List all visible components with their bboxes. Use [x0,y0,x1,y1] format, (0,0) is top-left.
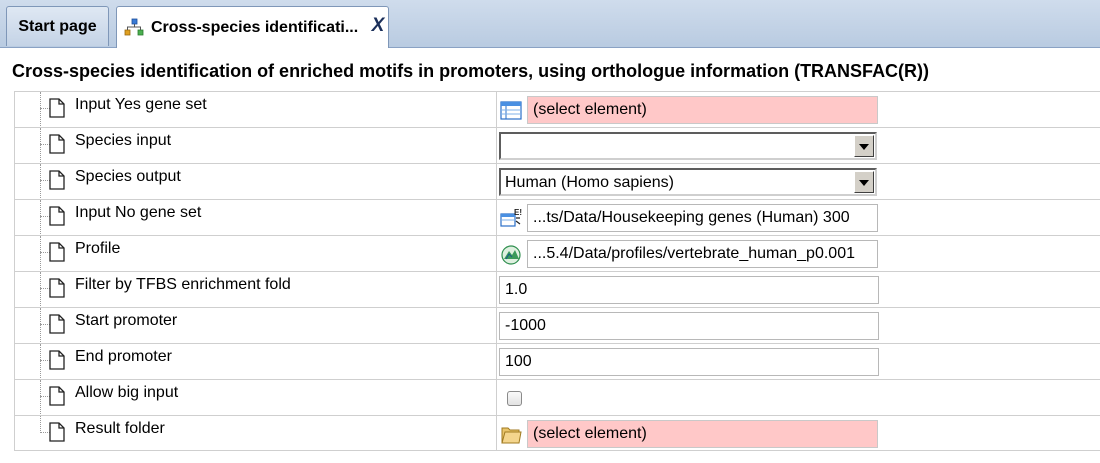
profile-icon[interactable] [499,242,523,266]
tree-line [40,380,41,416]
tab-cross-species[interactable]: Cross-species identificati... X [116,6,389,48]
param-label: Allow big input [75,384,179,401]
param-label: Filter by TFBS enrichment fold [75,276,291,293]
document-icon [49,386,65,406]
param-row-allow-big-input: Allow big input [14,379,1100,416]
param-row-end-promoter: End promoter 100 [14,343,1100,380]
document-icon [49,242,65,262]
param-row-start-promoter: Start promoter -1000 [14,307,1100,344]
tree-line [40,92,41,128]
tree-line [40,236,41,272]
param-row-input-no-gene-set: Input No gene set E! ...ts/Data/Housekee… [14,199,1100,236]
param-row-result-folder: Result folder (select element) [14,415,1100,451]
tree-line [40,200,41,236]
end-promoter-input[interactable]: 100 [499,348,879,376]
species-input-select[interactable] [499,132,877,160]
folder-icon[interactable] [499,422,523,446]
workflow-icon [124,18,144,35]
document-icon [49,206,65,226]
tree-line [40,272,41,308]
param-label: Input No gene set [75,204,202,221]
profile-field[interactable]: ...5.4/Data/profiles/vertebrate_human_p0… [527,240,878,268]
gene-set-icon[interactable]: E! [499,206,523,230]
tab-bar: Start page Cross-species identificati...… [0,0,1100,48]
param-label: Species output [75,168,181,185]
svg-text:E!: E! [514,208,522,217]
param-label: Species input [75,132,172,149]
enrichment-fold-input[interactable]: 1.0 [499,276,879,304]
input-no-gene-set-field[interactable]: ...ts/Data/Housekeeping genes (Human) 30… [527,204,878,232]
result-folder-field[interactable]: (select element) [527,420,878,448]
tree-line [40,164,41,200]
param-row-filter-enrichment-fold: Filter by TFBS enrichment fold 1.0 [14,271,1100,308]
tab-start-page-label: Start page [18,17,97,35]
chevron-down-icon[interactable] [854,135,874,157]
allow-big-input-checkbox[interactable] [507,391,522,406]
input-yes-gene-set-field[interactable]: (select element) [527,96,878,124]
page-title: Cross-species identification of enriched… [12,61,930,81]
document-icon [49,278,65,298]
param-row-species-input: Species input [14,127,1100,164]
param-label: Start promoter [75,312,178,329]
chevron-down-icon[interactable] [854,171,874,193]
species-output-select[interactable]: Human (Homo sapiens) [499,168,877,196]
document-icon [49,422,65,442]
tree-line [40,344,41,380]
param-label: Result folder [75,420,165,437]
start-promoter-input[interactable]: -1000 [499,312,879,340]
document-icon [49,98,65,118]
tab-cross-species-label: Cross-species identificati... [151,18,359,36]
species-output-value: Human (Homo sapiens) [505,174,674,191]
param-row-species-output: Species output Human (Homo sapiens) [14,163,1100,200]
param-label: Profile [75,240,121,257]
param-label: End promoter [75,348,172,365]
param-label: Input Yes gene set [75,96,207,113]
tree-line [40,128,41,164]
document-icon [49,350,65,370]
parameter-grid: Input Yes gene set (select element) Spec… [14,91,1100,451]
document-icon [49,314,65,334]
param-row-profile: Profile ...5.4/Data/profiles/vertebrate_… [14,235,1100,272]
document-icon [49,134,65,154]
table-icon[interactable] [499,98,523,122]
tab-start-page[interactable]: Start page [6,6,109,46]
param-row-input-yes-gene-set: Input Yes gene set (select element) [14,91,1100,128]
document-icon [49,170,65,190]
tree-line [40,416,41,433]
tree-line [40,308,41,344]
close-icon[interactable]: X [370,15,386,37]
